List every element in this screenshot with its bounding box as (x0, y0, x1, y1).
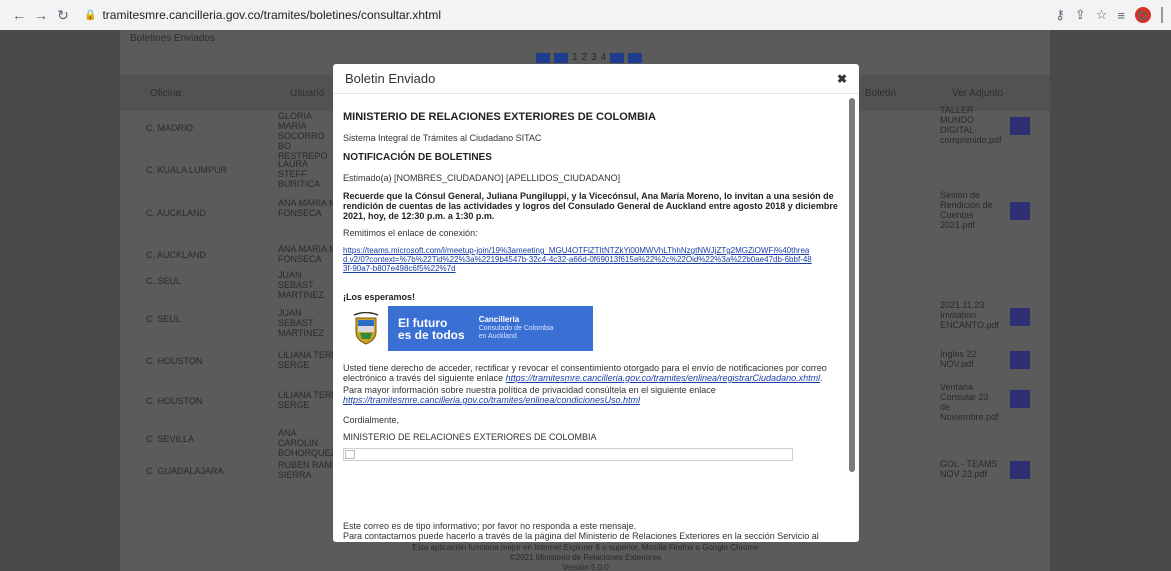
view-attachment-button[interactable] (1010, 390, 1030, 408)
office-cell: C. AUCKLAND (146, 208, 207, 218)
office-cell: C. MADRID (146, 123, 193, 133)
checkbox[interactable] (345, 450, 355, 459)
attachment-link[interactable]: Ventana Consular 23 de Noviembre.pdf (940, 382, 1000, 422)
view-attachment-button[interactable] (1010, 351, 1030, 369)
user-cell: LAURA STEFF BURITICA (278, 159, 321, 189)
footer-note-2: Para contactarnos puede hacerlo a través… (343, 531, 819, 542)
user-cell: JUAN SEBAST MARTINEZ (278, 270, 324, 300)
signature: MINISTERIO DE RELACIONES EXTERIORES DE C… (343, 432, 597, 442)
closing-message: ¡Los esperamos! (343, 292, 416, 302)
banner-consulate-2: en Auckland (478, 333, 517, 340)
attachment-link[interactable]: Sesión de Rendición de Cuentas 2021.pdf (940, 190, 1000, 230)
column-user: Usuario (290, 88, 325, 99)
view-attachment-button[interactable] (1010, 308, 1030, 326)
pagination: 1 2 3 4 (536, 52, 643, 63)
rights-link[interactable]: https://tramitesmre.cancilleria.gov.co/t… (506, 373, 820, 383)
view-attachment-button[interactable] (1010, 117, 1030, 135)
column-bulletin: Boletín (865, 88, 897, 99)
modal-body[interactable]: MINISTERIO DE RELACIONES EXTERIORES DE C… (333, 95, 859, 542)
key-icon[interactable]: ⚷ (1055, 7, 1065, 23)
modal-header: Boletin Enviado ✖ (333, 64, 859, 94)
greeting: Estimado(a) [NOMBRES_CIUDADANO] [APELLID… (343, 173, 621, 183)
banner-slogan-2: es de todos (398, 327, 465, 342)
user-cell: GLORIA MARÍA SOCORRO BO RESTREPO (278, 111, 328, 161)
colombia-coat-of-arms-icon (343, 306, 388, 351)
notification-title: NOTIFICACIÓN DE BOLETINES (343, 152, 492, 163)
reading-list-icon[interactable]: ≡ (1117, 8, 1125, 23)
attachment-link[interactable]: 2021.11.23 Invitation ENCANTO.pdf (940, 300, 1000, 330)
user-cell: ANA MARIA M FONSECA (278, 198, 337, 218)
banner-slogan-1: El futuro (398, 315, 448, 330)
system-name: Sistema Integral de Trámites al Ciudadan… (343, 133, 542, 143)
invitation-message: Recuerde que la Cónsul General, Juliana … (343, 191, 838, 221)
first-page-button[interactable] (536, 52, 550, 63)
cancilleria-banner: El futuro es de todos Cancillería Consul… (343, 306, 593, 351)
attachment-link[interactable]: GOL - TEAMS NOV 23.pdf (940, 459, 1000, 479)
user-cell: JUAN SEBAST MARTINEZ (278, 308, 324, 338)
modal-scrollbar[interactable] (849, 98, 855, 472)
reload-icon[interactable]: ↻ (52, 7, 74, 24)
back-icon[interactable]: ← (8, 7, 30, 23)
page-2[interactable]: 2 (582, 52, 588, 63)
office-cell: C. HOUSTON (146, 396, 203, 406)
user-cell: ANA CAROLIN BOHORQUEZ (278, 428, 337, 458)
user-cell: LILIANA TERE SERGE (278, 390, 338, 410)
attachment-link[interactable]: TALLER MUNDO DIGITAL-comprimido.pdf (940, 105, 1002, 145)
address-bar[interactable]: 🔒 tramitesmre.cancilleria.gov.co/tramite… (84, 4, 1045, 26)
office-cell: C. SEUL (146, 276, 182, 286)
profile-avatar[interactable]: D (1135, 7, 1151, 23)
ministry-heading: MINISTERIO DE RELACIONES EXTERIORES DE C… (343, 111, 656, 123)
next-page-button[interactable] (610, 52, 625, 63)
user-cell: LILIANA TERE SERGE (278, 350, 338, 370)
privacy-link[interactable]: https://tramitesmre.cancilleria.gov.co/t… (343, 395, 640, 405)
close-icon[interactable]: ✖ (837, 72, 847, 86)
column-office: Oficina (150, 88, 182, 99)
url-text: tramitesmre.cancilleria.gov.co/tramites/… (102, 8, 442, 22)
footer-version: Versión 5.0.0 (562, 563, 609, 571)
user-cell: RUBEN RAMI SIERRA (278, 460, 335, 480)
privacy-text: Para mayor información sobre nuestra pol… (343, 385, 716, 395)
page-3[interactable]: 3 (591, 52, 597, 63)
regards: Cordialmente, (343, 415, 400, 425)
prev-page-button[interactable] (554, 52, 568, 63)
forward-icon[interactable]: → (30, 7, 52, 23)
bookmark-star-icon[interactable]: ☆ (1096, 7, 1108, 23)
response-field[interactable] (343, 448, 793, 461)
modal-title: Boletin Enviado (345, 71, 436, 86)
footer-copyright: ©2021 Ministerio de Relaciones Exteriore… (509, 553, 662, 562)
rights-paragraph: Usted tiene derecho de acceder, rectific… (343, 363, 848, 383)
view-attachment-button[interactable] (1010, 461, 1030, 479)
rights-period: . (820, 373, 823, 383)
view-attachment-button[interactable] (1010, 202, 1030, 220)
user-cell: ANA MARIA M FONSECA (278, 244, 337, 264)
banner-org: Cancillería (478, 315, 520, 324)
menu-icon[interactable] (1161, 7, 1163, 23)
share-icon[interactable]: ⇪ (1075, 7, 1086, 23)
office-cell: C. HOUSTON (146, 356, 203, 366)
footer-browser-note: Esta aplicación funciona mejor en Intern… (412, 543, 759, 552)
link-intro: Remitimos el enlace de conexión: (343, 228, 478, 238)
attachment-link[interactable]: Ingles 22 NOV.pdf (940, 349, 1000, 369)
last-page-button[interactable] (628, 52, 643, 63)
office-cell: C. KUALA LUMPUR (146, 165, 228, 175)
bulletin-modal: Boletin Enviado ✖ MINISTERIO DE RELACION… (333, 64, 859, 542)
banner-consulate-1: Consulado de Colombia (478, 325, 554, 332)
office-cell: C. SEUL (146, 314, 182, 324)
browser-toolbar: ← → ↻ 🔒 tramitesmre.cancilleria.gov.co/t… (0, 0, 1171, 30)
lock-icon: 🔒 (84, 9, 97, 21)
office-cell: C. SEVILLA (146, 434, 195, 444)
page-4[interactable]: 4 (601, 52, 607, 63)
page-1[interactable]: 1 (572, 52, 578, 63)
office-cell: C. AUCKLAND (146, 250, 207, 260)
column-attachment: Ver Adjunto (952, 88, 1004, 99)
office-cell: C. GUADALAJARA (146, 466, 224, 476)
footer-note-1: Este correo es de tipo informativo; por … (343, 521, 637, 531)
meeting-link[interactable]: https://teams.microsoft.com/l/meetup-joi… (343, 246, 813, 273)
page-title: Boletines Enviados (130, 33, 216, 44)
